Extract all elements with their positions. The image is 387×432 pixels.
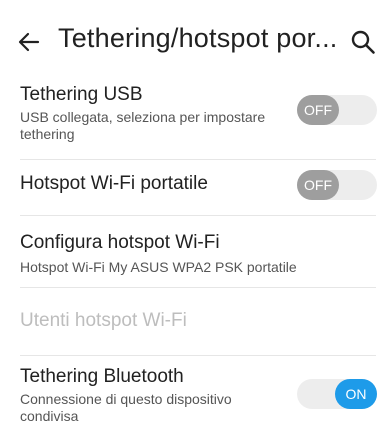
- setting-usb-tethering[interactable]: Tethering USB USB collegata, seleziona p…: [0, 80, 387, 160]
- arrow-left-icon: [18, 32, 40, 52]
- bluetooth-tethering-toggle[interactable]: ON: [297, 379, 377, 409]
- search-icon: [351, 30, 375, 54]
- toggle-thumb: OFF: [297, 95, 339, 125]
- setting-title: Configura hotspot Wi-Fi: [20, 232, 220, 253]
- setting-bluetooth-tethering[interactable]: Tethering Bluetooth Connessione di quest…: [0, 356, 387, 432]
- setting-subtitle: USB collegata, seleziona per impostare t…: [20, 109, 266, 142]
- search-button[interactable]: [350, 29, 376, 55]
- toggle-thumb: OFF: [297, 170, 339, 200]
- setting-subtitle: Hotspot Wi-Fi My ASUS WPA2 PSK portatile: [20, 259, 297, 275]
- wifi-hotspot-toggle[interactable]: OFF: [297, 170, 377, 200]
- app-bar: Tethering/hotspot por...: [0, 0, 387, 80]
- setting-configure-hotspot[interactable]: Configura hotspot Wi-Fi Hotspot Wi-Fi My…: [0, 216, 387, 288]
- setting-title: Utenti hotspot Wi-Fi: [20, 310, 187, 331]
- page-title: Tethering/hotspot por...: [58, 23, 338, 53]
- setting-title: Tethering Bluetooth: [20, 366, 184, 387]
- setting-wifi-hotspot[interactable]: Hotspot Wi-Fi portatile OFF: [0, 160, 387, 208]
- setting-subtitle: Connessione di questo dispositivo condiv…: [20, 391, 232, 424]
- setting-title: Hotspot Wi-Fi portatile: [20, 173, 208, 194]
- back-button[interactable]: [17, 30, 41, 54]
- tethering-settings-screen: Tethering/hotspot por... Tethering USB U…: [0, 0, 387, 432]
- toggle-thumb: ON: [335, 379, 377, 409]
- usb-tethering-toggle[interactable]: OFF: [297, 95, 377, 125]
- setting-hotspot-users: Utenti hotspot Wi-Fi: [0, 288, 387, 356]
- setting-title: Tethering USB: [20, 84, 143, 105]
